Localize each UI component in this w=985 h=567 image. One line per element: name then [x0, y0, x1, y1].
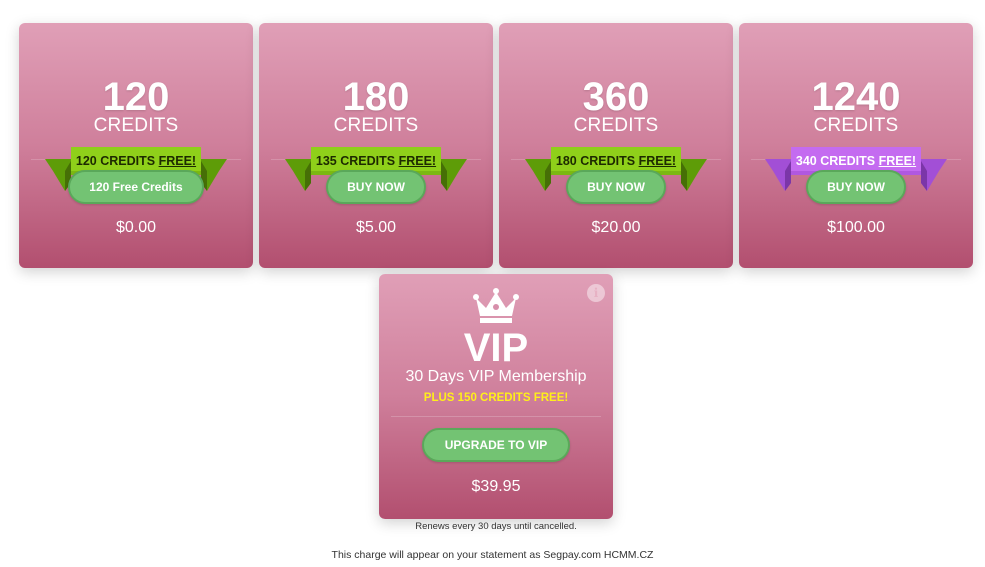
credit-package-card-1240: 1240 CREDITS 340 CREDITS FREE! BUY NOW $…	[739, 23, 973, 268]
package-price: $100.00	[827, 219, 885, 236]
package-credit-label: CREDITS	[333, 115, 419, 136]
package-credit-amount: 180	[342, 75, 410, 119]
vip-subtitle: 30 Days VIP Membership	[405, 368, 587, 385]
buy-now-button[interactable]: BUY NOW	[806, 170, 906, 204]
credit-package-card-180: 180 CREDITS 135 CREDITS FREE! BUY NOW $5…	[259, 23, 493, 268]
buy-now-button[interactable]: BUY NOW	[326, 170, 426, 204]
package-credit-amount: 360	[582, 75, 650, 119]
crown-icon	[473, 288, 519, 323]
vip-renewal-note: Renews every 30 days until cancelled.	[415, 521, 577, 532]
vip-bonus-text: PLUS 150 CREDITS FREE!	[423, 392, 569, 404]
vip-divider	[391, 416, 601, 417]
billing-statement-note: This charge will appear on your statemen…	[331, 549, 654, 561]
package-credit-label: CREDITS	[813, 115, 899, 136]
credit-package-card-360: 360 CREDITS 180 CREDITS FREE! BUY NOW $2…	[499, 23, 733, 268]
upgrade-to-vip-button[interactable]: UPGRADE TO VIP	[422, 428, 570, 462]
info-icon[interactable]: i	[587, 284, 605, 302]
package-credit-amount: 1240	[811, 75, 901, 119]
buy-now-button[interactable]: BUY NOW	[566, 170, 666, 204]
package-credit-amount: 120	[102, 75, 170, 119]
vip-title: VIP	[463, 326, 529, 370]
free-credits-button[interactable]: 120 Free Credits	[68, 170, 204, 204]
package-price: $20.00	[591, 219, 641, 236]
package-price: $0.00	[115, 219, 157, 236]
credit-package-card-120: 120 CREDITS 120 CREDITS FREE! 120 Free C…	[19, 23, 253, 268]
package-credit-label: CREDITS	[93, 115, 179, 136]
vip-price: $39.95	[471, 478, 521, 495]
package-credit-label: CREDITS	[573, 115, 659, 136]
package-price: $5.00	[355, 219, 397, 236]
vip-membership-card: i VIP 30 Days VIP Membership PLUS 150 CR…	[379, 274, 613, 519]
